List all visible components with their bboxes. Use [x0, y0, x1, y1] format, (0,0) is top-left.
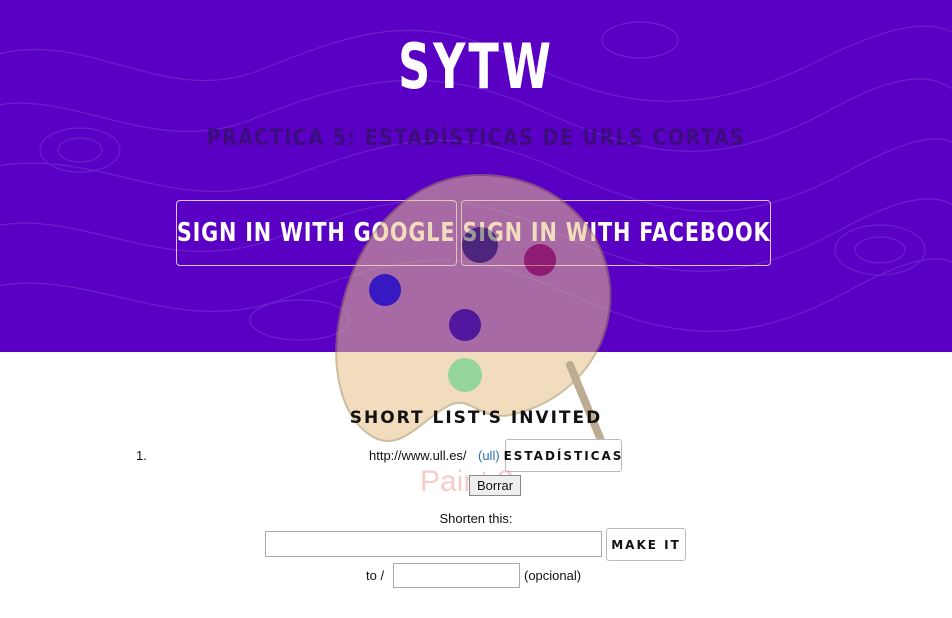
page-subtitle: PRÁCTICA 5: ESTADÍSTICAS DE URLS CORTAS: [206, 126, 746, 151]
delete-button[interactable]: Borrar: [469, 475, 521, 496]
optional-label: (opcional): [524, 568, 582, 583]
url-input[interactable]: [265, 531, 602, 557]
to-label: to /: [366, 568, 385, 583]
list-item-url: http://www.ull.es/: [369, 448, 467, 463]
list-item-short-link[interactable]: (ull): [478, 448, 500, 463]
make-it-button[interactable]: MAKE IT: [606, 528, 686, 561]
list-item-number: 1.: [136, 448, 147, 463]
short-list-title: SHORT LIST'S INVITED: [349, 408, 603, 428]
stats-button[interactable]: ESTADÍSTICAS: [504, 439, 622, 472]
page-title: SYTW: [398, 30, 554, 103]
shorten-label: Shorten this:: [439, 511, 513, 526]
alias-input[interactable]: [393, 563, 520, 588]
